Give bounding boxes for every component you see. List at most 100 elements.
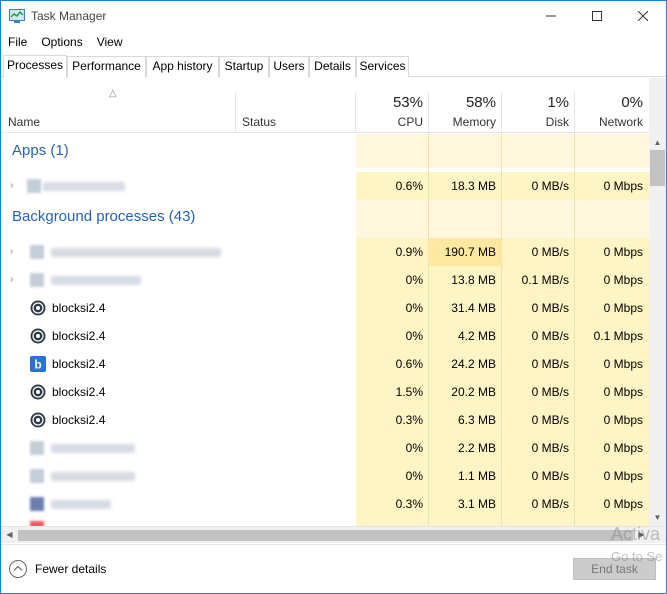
cell-disk: 0 MB/s: [502, 350, 575, 378]
menu-file[interactable]: File: [1, 32, 34, 52]
cell-memory: 20.2 MB: [429, 378, 502, 406]
cell-network: 0 Mbps: [575, 490, 649, 518]
cell-memory: 13.8 MB: [429, 266, 502, 294]
table-row[interactable]: › 0.6% 18.3 MB 0 MB/s 0 Mbps: [1, 172, 649, 200]
task-manager-icon: [9, 9, 25, 23]
group-header-apps[interactable]: Apps (1): [1, 134, 649, 168]
table-row[interactable]: 0% 1.1 MB 0 MB/s 0 Mbps: [1, 462, 649, 490]
footer-bar: Fewer details End task: [1, 544, 666, 593]
table-row[interactable]: b blocksi2.4 0.6% 24.2 MB 0 MB/s 0 Mbps: [1, 350, 649, 378]
column-memory[interactable]: 58% Memory: [429, 78, 502, 133]
tab-performance[interactable]: Performance: [67, 56, 146, 77]
app-icon: [27, 179, 41, 193]
close-icon: [638, 11, 648, 21]
cell-network: 0 Mbps: [575, 294, 649, 322]
table-row[interactable]: blocksi2.4 0.3% 6.3 MB 0 MB/s 0 Mbps: [1, 406, 649, 434]
fewer-details-link[interactable]: Fewer details: [35, 562, 106, 576]
cpu-label: CPU: [397, 115, 423, 129]
table-row[interactable]: blocksi2.4 1.5% 20.2 MB 0 MB/s 0 Mbps: [1, 378, 649, 406]
cell-disk: 0 MB/s: [502, 378, 575, 406]
menu-view[interactable]: View: [90, 32, 130, 52]
cell-cpu: 0.6%: [356, 172, 429, 200]
table-row[interactable]: › 0% 13.8 MB 0.1 MB/s 0 Mbps: [1, 266, 649, 294]
blurred-process-name: [51, 444, 135, 453]
window-title: Task Manager: [31, 9, 107, 23]
tab-app-history[interactable]: App history: [146, 56, 219, 77]
maximize-button[interactable]: [574, 1, 620, 31]
horizontal-scroll-thumb[interactable]: [18, 530, 633, 541]
table-row[interactable]: › 0.9% 190.7 MB 0 MB/s 0 Mbps: [1, 238, 649, 266]
scroll-left-arrow-icon[interactable]: ◀: [1, 527, 18, 544]
column-cpu[interactable]: 53% CPU: [356, 78, 429, 133]
cell-cpu: 0.9%: [356, 238, 429, 266]
expand-chevron-icon[interactable]: ›: [10, 238, 13, 266]
cell-disk: 0 MB/s: [502, 294, 575, 322]
tab-startup[interactable]: Startup: [219, 56, 269, 77]
blurred-process-name: [51, 248, 221, 257]
blocksi-b-icon: b: [30, 356, 46, 372]
cell-cpu: 1.5%: [356, 378, 429, 406]
minimize-icon: [546, 15, 556, 17]
process-icon: [30, 469, 44, 483]
menu-options[interactable]: Options: [34, 32, 89, 52]
cell-network: 0 Mbps: [575, 406, 649, 434]
column-network[interactable]: 0% Network: [575, 78, 649, 133]
close-button[interactable]: [620, 1, 666, 31]
cell-network: 0 Mbps: [575, 172, 649, 200]
column-name[interactable]: Name: [8, 115, 40, 129]
cell-cpu: 0%: [356, 266, 429, 294]
cell-disk: 0.1 MB/s: [502, 266, 575, 294]
column-divider[interactable]: [235, 92, 236, 133]
cell-memory: 31.4 MB: [429, 294, 502, 322]
maximize-icon: [592, 11, 602, 21]
scroll-up-arrow-icon[interactable]: ▲: [649, 134, 666, 151]
cell-cpu: 0%: [356, 462, 429, 490]
blocksi-icon: [30, 384, 46, 400]
process-icon: [30, 273, 44, 287]
column-status[interactable]: Status: [242, 115, 276, 129]
tab-details[interactable]: Details: [309, 56, 356, 77]
expand-chevron-icon[interactable]: ›: [10, 172, 13, 200]
process-icon: [30, 245, 44, 259]
group-header-background[interactable]: Background processes (43): [1, 200, 649, 238]
process-icon: [30, 497, 44, 511]
process-name: blocksi2.4: [52, 385, 106, 399]
process-name: blocksi2.4: [52, 329, 106, 343]
cell-network: 0.1 Mbps: [575, 322, 649, 350]
group-title-background: Background processes (43): [12, 208, 196, 225]
process-name: blocksi2.4: [52, 357, 106, 371]
cell-memory: 4.2 MB: [429, 322, 502, 350]
process-icon: [30, 441, 44, 455]
tab-processes[interactable]: Processes: [3, 55, 67, 78]
column-disk[interactable]: 1% Disk: [502, 78, 575, 133]
table-row[interactable]: [1, 518, 649, 526]
process-list: Apps (1) › 0.6% 18.3 MB 0 MB/s 0 Mbps Ba…: [1, 134, 649, 526]
cell-network: 0 Mbps: [575, 434, 649, 462]
table-row[interactable]: blocksi2.4 0% 4.2 MB 0 MB/s 0.1 Mbps: [1, 322, 649, 350]
minimize-button[interactable]: [528, 1, 574, 31]
title-bar[interactable]: Task Manager: [1, 1, 666, 32]
vertical-scrollbar[interactable]: ▲ ▼: [649, 78, 666, 526]
task-manager-window: Task Manager File Options View Processes…: [0, 0, 667, 594]
vertical-scroll-thumb[interactable]: [650, 150, 665, 186]
blocksi-icon: [30, 300, 46, 316]
tab-services[interactable]: Services: [356, 56, 409, 77]
blurred-process-name: [43, 182, 125, 191]
collapse-chevron-icon[interactable]: [9, 560, 27, 578]
table-row[interactable]: 0% 2.2 MB 0 MB/s 0 Mbps: [1, 434, 649, 462]
expand-chevron-icon[interactable]: ›: [10, 266, 13, 294]
table-row[interactable]: blocksi2.4 0% 31.4 MB 0 MB/s 0 Mbps: [1, 294, 649, 322]
cell-disk: 0 MB/s: [502, 172, 575, 200]
tab-users[interactable]: Users: [269, 56, 309, 77]
horizontal-scrollbar[interactable]: ◀ ▶: [1, 526, 666, 543]
cell-memory: 24.2 MB: [429, 350, 502, 378]
table-row[interactable]: 0.3% 3.1 MB 0 MB/s 0 Mbps: [1, 490, 649, 518]
activation-watermark-subtext: Go to Se: [611, 549, 663, 564]
cell-disk: 0 MB/s: [502, 462, 575, 490]
memory-total: 58%: [465, 94, 496, 111]
cell-cpu: 0%: [356, 434, 429, 462]
blocksi-icon: [30, 328, 46, 344]
disk-total: 1%: [547, 94, 569, 111]
cell-cpu: 0%: [356, 322, 429, 350]
group-title-apps: Apps (1): [12, 142, 69, 159]
